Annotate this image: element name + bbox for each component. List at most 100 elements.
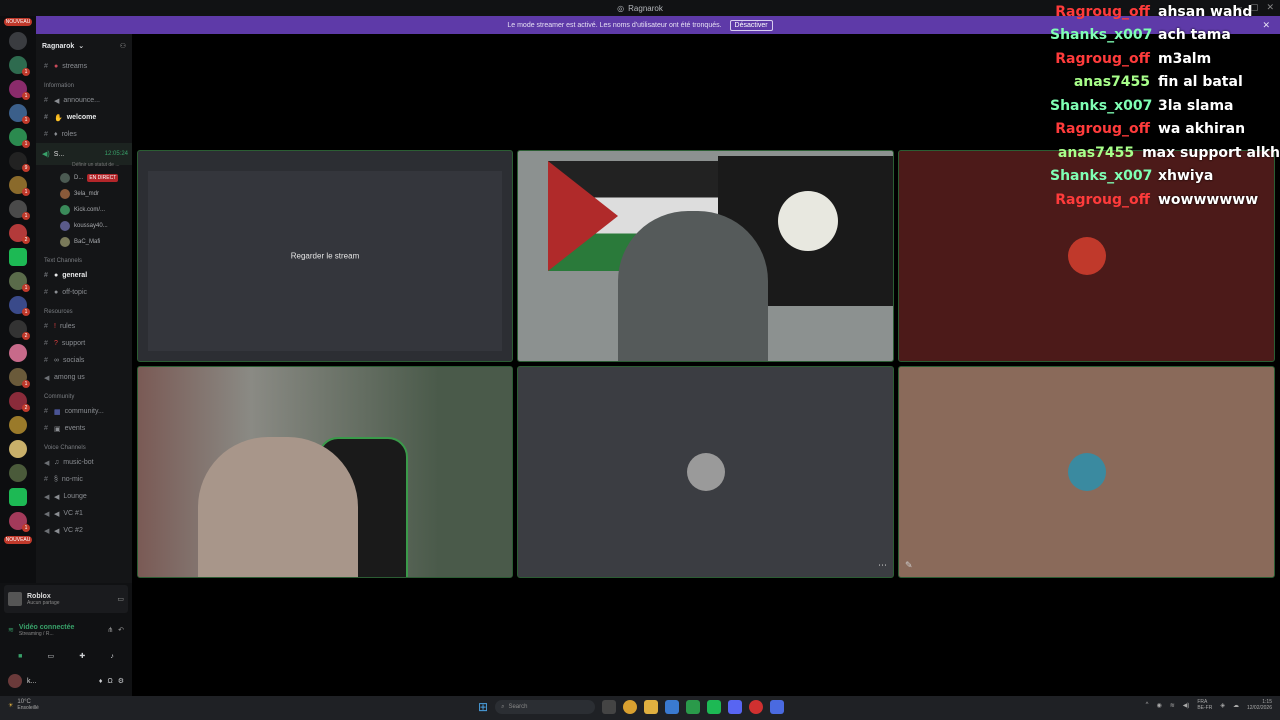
clock[interactable]: 1:15 12/02/2026 bbox=[1247, 699, 1272, 711]
server-icon[interactable]: 2 bbox=[9, 392, 30, 412]
server-icon[interactable]: 1 bbox=[9, 56, 30, 76]
taskbar-search[interactable]: ⌕ Search bbox=[495, 700, 596, 714]
server-icon[interactable]: 1 bbox=[9, 368, 30, 388]
app-icon[interactable] bbox=[602, 700, 617, 714]
screen-share-icon[interactable]: ▭ bbox=[48, 652, 55, 660]
chat-text: fin al batal bbox=[1158, 74, 1243, 91]
camera-tile[interactable] bbox=[517, 150, 894, 362]
server-icon[interactable]: 9 bbox=[9, 152, 30, 172]
noise-suppression-icon[interactable]: ⋔ bbox=[107, 626, 113, 634]
channel-among-us[interactable]: ◀ among us bbox=[36, 369, 132, 386]
avatar[interactable] bbox=[8, 674, 22, 688]
camera-tile[interactable] bbox=[137, 366, 513, 578]
chat-nick: Shanks_x007 bbox=[1050, 97, 1153, 114]
server-icon[interactable]: 1 bbox=[9, 296, 30, 316]
server-icon[interactable]: 1 bbox=[9, 200, 30, 220]
server-icon[interactable] bbox=[9, 440, 27, 458]
voice-user-name: Kick.com/... bbox=[74, 207, 106, 213]
camera-icon[interactable]: ■ bbox=[18, 653, 22, 660]
channel-general[interactable]: # ● general bbox=[36, 267, 132, 284]
server-icon[interactable] bbox=[9, 32, 27, 50]
store-icon[interactable] bbox=[665, 700, 680, 714]
avatar bbox=[60, 237, 70, 247]
channel-roles[interactable]: # ♦ roles bbox=[36, 126, 132, 143]
server-icon[interactable]: 1 bbox=[9, 128, 30, 148]
volume-icon[interactable]: ◀) bbox=[1183, 702, 1190, 709]
voice-user[interactable]: BaC_Mafi bbox=[36, 234, 132, 250]
channel-socials[interactable]: # ∞ socials bbox=[36, 352, 132, 369]
server-icon[interactable]: 1 bbox=[9, 104, 30, 124]
headphones-icon[interactable]: Ω bbox=[107, 678, 112, 685]
voice-timer: 12:05:24 bbox=[104, 151, 128, 157]
avatar bbox=[1067, 237, 1106, 275]
chevron-up-icon[interactable]: ^ bbox=[1146, 702, 1149, 708]
app-tray-icon[interactable]: ◈ bbox=[1220, 702, 1225, 709]
channel-announcements[interactable]: # ◀ announce... bbox=[36, 92, 132, 109]
server-icon[interactable]: 1 bbox=[9, 512, 30, 532]
chrome-icon[interactable] bbox=[623, 700, 638, 714]
server-icon[interactable]: 1 bbox=[9, 80, 30, 100]
category-voice-channels[interactable]: Voice Channels bbox=[36, 437, 132, 454]
server-icon[interactable] bbox=[9, 344, 27, 362]
xbox-icon[interactable] bbox=[686, 700, 701, 714]
server-icon[interactable] bbox=[9, 416, 27, 434]
voice-user[interactable]: Kick.com/... bbox=[36, 202, 132, 218]
more-options-icon[interactable]: ⋯ bbox=[878, 560, 887, 571]
folder-icon[interactable] bbox=[644, 700, 659, 714]
watch-stream-label[interactable]: Regarder le stream bbox=[291, 252, 359, 261]
weather-widget[interactable]: ☀ 10°C Ensoleillé bbox=[8, 699, 39, 711]
network-icon[interactable]: ◉ bbox=[1156, 702, 1161, 709]
voice-user[interactable]: D... EN DIRECT bbox=[36, 170, 132, 186]
language-indicator[interactable]: FRA BE-FR bbox=[1197, 699, 1212, 711]
category-resources[interactable]: Resources bbox=[36, 301, 132, 318]
opera-icon[interactable] bbox=[749, 700, 764, 714]
server-icon[interactable]: 2 bbox=[9, 320, 30, 340]
banner-text: Le mode streamer est activé. Les noms d'… bbox=[507, 21, 722, 29]
add-member-icon[interactable]: ⚇ bbox=[120, 42, 126, 50]
channel-welcome[interactable]: # ✋ welcome bbox=[36, 109, 132, 126]
channel-off-topic[interactable]: # ● off-topic bbox=[36, 284, 132, 301]
cloud-icon[interactable]: ☁ bbox=[1233, 702, 1239, 709]
server-icon[interactable] bbox=[9, 464, 27, 482]
channel-vc2[interactable]: ◀ ◀ VC #2 bbox=[36, 522, 132, 539]
new-badge: NOUVEAU bbox=[3, 18, 33, 26]
category-text-channels[interactable]: Text Channels bbox=[36, 250, 132, 267]
activities-icon[interactable]: ✚ bbox=[79, 652, 85, 660]
disconnect-icon[interactable]: ↶ bbox=[118, 626, 124, 634]
microphone-icon[interactable]: ♦ bbox=[99, 678, 103, 685]
share-icon[interactable]: ▭ bbox=[117, 595, 124, 603]
soundboard-icon[interactable]: ♪ bbox=[110, 653, 114, 660]
category-community[interactable]: Community bbox=[36, 386, 132, 403]
speaker-icon: ◀) bbox=[42, 151, 50, 158]
avatar-tile[interactable]: ⋯ bbox=[517, 366, 894, 578]
voice-user[interactable]: 3ela_mdr bbox=[36, 186, 132, 202]
server-icon[interactable]: 1 bbox=[9, 176, 30, 196]
app-icon[interactable] bbox=[707, 700, 722, 714]
chat-message: Shanks_x007 3la slama bbox=[1050, 94, 1280, 118]
channel-no-mic[interactable]: # § no-mic bbox=[36, 471, 132, 488]
server-icon[interactable]: 2 bbox=[9, 224, 30, 244]
stream-tile[interactable]: Regarder le stream bbox=[137, 150, 513, 362]
gear-icon[interactable]: ⚙ bbox=[118, 677, 124, 685]
category-information[interactable]: Information bbox=[36, 75, 132, 92]
channel-community[interactable]: # ▦ community... bbox=[36, 403, 132, 420]
voice-user[interactable]: koussay40... bbox=[36, 218, 132, 234]
app-icon[interactable] bbox=[770, 700, 785, 714]
guild-header[interactable]: Ragnarok ⌄ ⚇ bbox=[36, 34, 132, 58]
kick-server-icon[interactable] bbox=[9, 488, 27, 506]
channel-rules[interactable]: #! rules bbox=[36, 318, 132, 335]
channel-events[interactable]: # ▣ events bbox=[36, 420, 132, 437]
wifi-icon[interactable]: ≋ bbox=[1170, 702, 1175, 709]
channel-support[interactable]: #? support bbox=[36, 335, 132, 352]
channel-vc1[interactable]: ◀ ◀ VC #1 bbox=[36, 505, 132, 522]
disable-streamer-mode-button[interactable]: Désactiver bbox=[729, 19, 773, 31]
discord-icon[interactable] bbox=[728, 700, 743, 714]
channel-music-bot[interactable]: ◀ ♫ music-bot bbox=[36, 454, 132, 471]
avatar-tile[interactable]: ✎ bbox=[898, 366, 1275, 578]
channel-streams[interactable]: # ● streams bbox=[36, 58, 132, 75]
calendar-icon: ▣ bbox=[54, 425, 61, 433]
windows-start-icon[interactable]: ⊞ bbox=[478, 700, 488, 714]
server-icon[interactable]: 1 bbox=[9, 272, 30, 292]
kick-server-icon[interactable] bbox=[9, 248, 27, 266]
channel-lounge[interactable]: ◀ ◀ Lounge bbox=[36, 488, 132, 505]
